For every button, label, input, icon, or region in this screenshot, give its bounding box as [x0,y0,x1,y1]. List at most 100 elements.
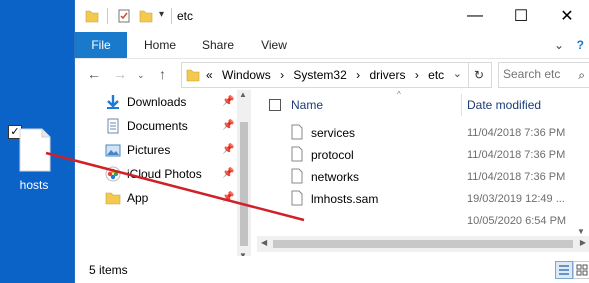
nav-item-label: Pictures [127,143,171,157]
file-icon [291,190,303,206]
desktop-file-label[interactable]: hosts [10,178,58,192]
search-icon: ⌕ [578,68,585,82]
file-row[interactable]: services 11/04/2018 7:36 PM [257,122,589,144]
file-name: services [311,126,356,140]
file-row[interactable]: protocol 11/04/2018 7:36 PM [257,144,589,166]
file-list-horizontal-scrollbar[interactable]: ◀ ▶ [257,236,589,252]
new-folder-icon[interactable] [139,8,153,24]
navigation-bar: ← → ⌄ ↑ « Windows › System32 › drivers ›… [75,58,589,90]
desktop-hosts-file-icon[interactable] [18,128,52,172]
sort-indicator-icon: ^ [397,90,401,99]
column-header-date-modified[interactable]: Date modified [467,94,541,116]
file-date: 11/04/2018 7:36 PM [467,171,566,183]
toolbar-divider [171,8,172,24]
nav-item-downloads[interactable]: Downloads [105,92,186,112]
file-name: protocol [311,148,354,162]
nav-item-label: App [127,191,149,205]
nav-item-pictures[interactable]: Pictures [105,140,170,160]
refresh-button[interactable]: ↻ [467,62,492,88]
select-all-checkbox[interactable] [269,99,281,111]
file-row[interactable]: networks 11/04/2018 7:36 PM [257,166,589,188]
file-row[interactable]: lmhosts.sam 19/03/2019 12:49 ... [257,188,589,210]
details-view-icon[interactable] [555,261,573,279]
recent-locations-icon[interactable]: ⌄ [137,70,145,81]
nav-item-app[interactable]: App [105,188,148,208]
file-date: 11/04/2018 7:36 PM [467,127,566,139]
tab-home[interactable]: Home [137,32,183,58]
scroll-down-icon[interactable]: ▼ [577,227,585,236]
search-box[interactable]: ⌕ [498,62,589,88]
up-arrow-icon[interactable]: ↑ [159,66,166,82]
file-list: Name ^ Date modified services 11/04/2018… [257,90,589,260]
ribbon-expand-icon[interactable]: ⌄ [554,38,564,52]
file-icon [291,146,303,162]
breadcrumb: « Windows › System32 › drivers › etc [206,68,450,82]
nav-item-documents[interactable]: Documents [105,116,188,136]
scrollbar-thumb[interactable] [273,240,573,248]
file-date: 10/05/2020 6:54 PM [467,215,567,227]
pin-icon[interactable]: 📌 [222,168,234,179]
back-arrow-icon[interactable]: ← [87,66,101,82]
scroll-right-icon[interactable]: ▶ [580,238,586,247]
tab-view[interactable]: View [251,32,297,58]
window-title: etc [177,9,194,23]
breadcrumb-separator[interactable]: › [415,68,419,82]
file-list-vertical-scrollbar[interactable]: ▼ [575,116,589,236]
nav-item-label: Documents [127,119,188,133]
maximize-button[interactable]: ☐ [498,0,544,32]
file-name: lmhosts.sam [311,192,379,206]
documents-icon [107,118,119,134]
nav-item-label: iCloud Photos [127,167,202,181]
close-button[interactable]: ✕ [544,0,589,32]
nav-pane-scrollbar[interactable]: ▲ ▼ [237,90,251,260]
ribbon-tabs: File Home Share View ⌄ ? [75,32,589,59]
navigation-pane: Downloads 📌 Documents 📌 Pictures 📌 iClou… [75,90,253,260]
forward-arrow-icon[interactable]: → [113,66,127,82]
breadcrumb-system32[interactable]: System32 [293,68,346,82]
scrollbar-thumb[interactable] [240,122,248,246]
large-icons-view-icon[interactable] [573,261,589,279]
address-dropdown-icon[interactable]: ⌄ [453,67,462,80]
tab-share[interactable]: Share [195,32,241,58]
address-bar[interactable]: « Windows › System32 › drivers › etc ⌄ [181,62,469,88]
breadcrumb-etc[interactable]: etc [428,68,444,82]
file-name: networks [311,170,360,184]
scroll-left-icon[interactable]: ◀ [261,238,267,247]
pin-icon[interactable]: 📌 [222,120,234,131]
minimize-button[interactable]: — [452,0,498,32]
breadcrumb-overflow[interactable]: « [206,68,213,82]
breadcrumb-separator[interactable]: › [356,68,360,82]
folder-icon [85,10,99,23]
folder-icon [186,69,200,82]
quick-access-dropdown-icon[interactable]: ▾ [159,9,164,20]
breadcrumb-windows[interactable]: Windows [222,68,271,82]
pin-icon[interactable]: 📌 [222,192,234,203]
status-bar: 5 items [75,256,589,283]
title-bar: ▾ etc — ☐ ✕ [75,0,589,32]
download-arrow-icon [107,95,119,109]
column-divider[interactable] [461,94,462,116]
properties-icon[interactable] [117,8,131,24]
icloud-photos-icon [105,166,121,182]
nav-item-label: Downloads [127,95,187,109]
file-date: 19/03/2019 12:49 ... [467,193,565,205]
file-row[interactable]: 10/05/2020 6:54 PM [257,210,589,232]
breadcrumb-separator[interactable]: › [280,68,284,82]
toolbar-divider [107,8,108,24]
search-input[interactable] [503,67,565,81]
nav-item-icloud-photos[interactable]: iCloud Photos [105,164,202,184]
tab-file[interactable]: File [75,32,127,58]
file-explorer-window: ▾ etc — ☐ ✕ File Home Share View ⌄ ? ← →… [74,0,589,283]
file-icon [291,124,303,140]
breadcrumb-drivers[interactable]: drivers [369,68,405,82]
pin-icon[interactable]: 📌 [222,96,234,107]
column-header-name[interactable]: Name [291,94,323,116]
file-date: 11/04/2018 7:36 PM [467,149,566,161]
folder-icon [105,192,121,205]
file-icon [291,168,303,184]
item-count: 5 items [89,263,128,277]
scroll-up-icon[interactable]: ▲ [239,90,247,99]
pictures-icon [105,144,121,157]
pin-icon[interactable]: 📌 [222,144,234,155]
help-icon[interactable]: ? [577,38,584,52]
